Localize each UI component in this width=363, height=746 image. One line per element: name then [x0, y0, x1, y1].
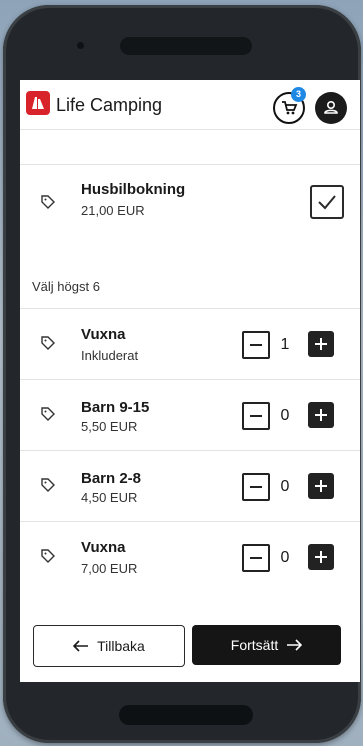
- ticket-name: Barn 9-15: [81, 399, 150, 416]
- quantity-value: 0: [280, 407, 290, 424]
- minus-icon: [250, 344, 262, 346]
- booking-name: Husbilbokning: [81, 181, 186, 198]
- price-tag-icon: [41, 336, 55, 350]
- checkmark-icon: [318, 195, 336, 210]
- minus-icon: [250, 486, 262, 488]
- price-tag-icon: [41, 195, 55, 209]
- ticket-price: Inkluderat: [81, 348, 139, 363]
- booking-checkbox[interactable]: [310, 185, 344, 219]
- user-icon: [324, 101, 338, 114]
- increase-button[interactable]: [308, 331, 334, 357]
- divider: [20, 521, 360, 522]
- ticket-name: Vuxna: [81, 326, 126, 343]
- camera-icon: [77, 42, 84, 49]
- continue-button-label: Fortsätt: [230, 637, 279, 653]
- ticket-price: 4,50 EUR: [81, 490, 138, 505]
- arrow-right-icon: [287, 639, 303, 651]
- life-camping-logo: [26, 91, 50, 115]
- plus-icon: [315, 409, 327, 421]
- increase-button[interactable]: [308, 473, 334, 499]
- divider: [20, 379, 360, 380]
- price-tag-icon: [41, 478, 55, 492]
- decrease-button[interactable]: [242, 402, 270, 430]
- ticket-price: 7,00 EUR: [81, 561, 138, 576]
- decrease-button[interactable]: [242, 331, 270, 359]
- decrease-button[interactable]: [242, 473, 270, 501]
- increase-button[interactable]: [308, 544, 334, 570]
- decrease-button[interactable]: [242, 544, 270, 572]
- home-button[interactable]: [119, 705, 253, 725]
- brand-name: Life Camping: [56, 95, 163, 115]
- plus-icon: [315, 480, 327, 492]
- price-tag-icon: [41, 549, 55, 563]
- plus-icon: [315, 551, 327, 563]
- quantity-value: 1: [280, 336, 290, 353]
- plus-icon: [315, 338, 327, 350]
- ticket-price: 5,50 EUR: [81, 419, 138, 434]
- ticket-name: Barn 2-8: [81, 470, 142, 487]
- divider: [20, 308, 360, 309]
- cart-count-badge: 3: [291, 87, 306, 102]
- speaker-grille: [120, 37, 252, 55]
- quantity-value: 0: [280, 478, 290, 495]
- minus-icon: [250, 557, 262, 559]
- ticket-name: Vuxna: [81, 539, 126, 556]
- back-button[interactable]: Tillbaka: [33, 625, 185, 667]
- divider: [20, 450, 360, 451]
- back-button-label: Tillbaka: [97, 638, 145, 654]
- app-screen: Life Camping 3 Husbilbokning 21,00 EUR V…: [20, 80, 360, 682]
- booking-price: 21,00 EUR: [81, 203, 145, 218]
- increase-button[interactable]: [308, 402, 334, 428]
- section-label: Välj högst 6: [32, 279, 100, 294]
- continue-button[interactable]: Fortsätt: [192, 625, 341, 665]
- quantity-value: 0: [280, 549, 290, 566]
- arrow-left-icon: [73, 640, 89, 652]
- price-tag-icon: [41, 407, 55, 421]
- user-account-button[interactable]: [315, 92, 347, 124]
- minus-icon: [250, 415, 262, 417]
- app-header: Life Camping 3: [20, 80, 360, 130]
- divider: [20, 164, 360, 165]
